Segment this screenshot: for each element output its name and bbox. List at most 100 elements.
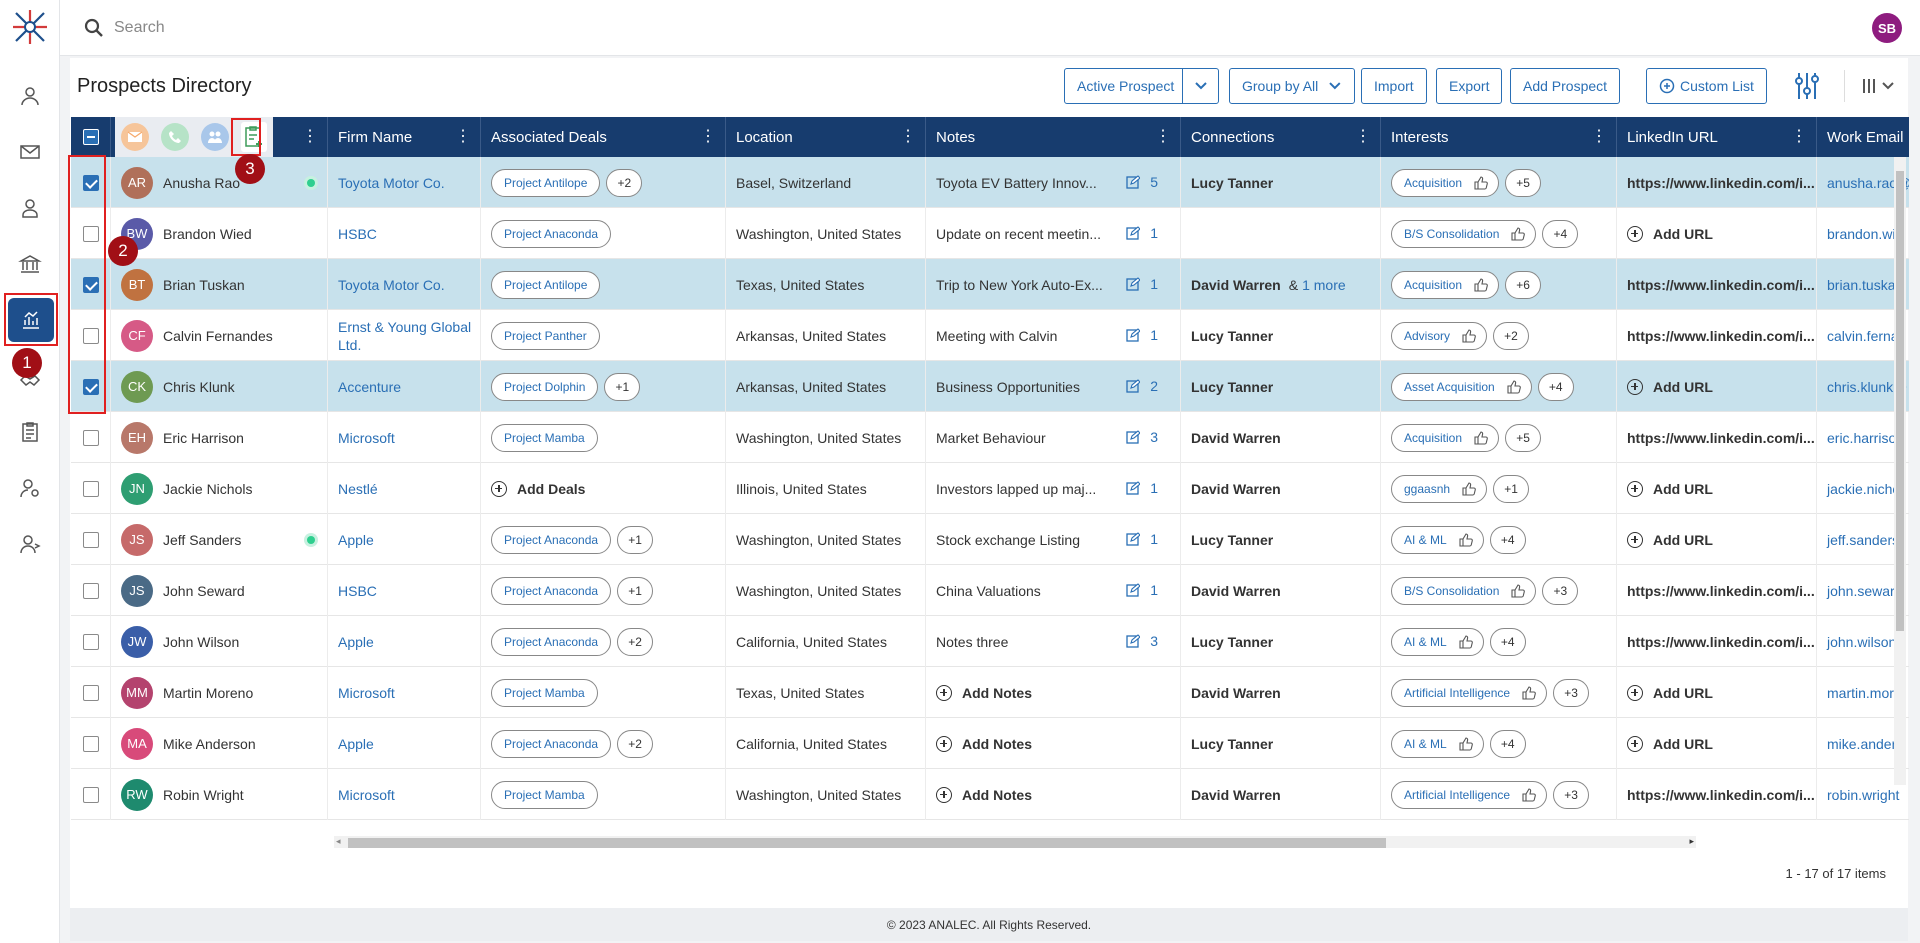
deal-more-badge[interactable]: +1 bbox=[604, 372, 641, 401]
row-checkbox[interactable] bbox=[83, 735, 99, 752]
connection-name[interactable]: Lucy Tanner bbox=[1191, 175, 1273, 191]
note-count[interactable]: 5 bbox=[1150, 174, 1158, 190]
note-count[interactable]: 3 bbox=[1150, 429, 1158, 445]
interest-more-badge[interactable]: +3 bbox=[1553, 678, 1590, 707]
add-notes-icon[interactable] bbox=[936, 684, 952, 701]
interest-more-badge[interactable]: +3 bbox=[1542, 576, 1579, 605]
col-work-email[interactable]: Work Email bbox=[1817, 117, 1909, 157]
col-interests[interactable]: Interests ⋮ bbox=[1381, 117, 1617, 157]
note-count[interactable]: 3 bbox=[1150, 633, 1158, 649]
prospect-name[interactable]: Calvin Fernandes bbox=[163, 328, 273, 344]
connection-name[interactable]: David Warren bbox=[1191, 277, 1281, 293]
add-deals-icon[interactable] bbox=[491, 480, 507, 497]
interest-more-badge[interactable]: +4 bbox=[1537, 372, 1574, 401]
table-row[interactable]: MA Mike Anderson Apple Project Anaconda +2 Ca… bbox=[71, 718, 1909, 769]
thumbs-up-icon[interactable] bbox=[1459, 532, 1473, 547]
interest-pill[interactable]: Artificial Intelligence bbox=[1391, 780, 1548, 809]
search-input[interactable] bbox=[114, 14, 714, 42]
thumbs-up-icon[interactable] bbox=[1511, 583, 1526, 598]
add-url-link[interactable]: Add URL bbox=[1653, 736, 1713, 752]
firm-link[interactable]: Nestlé bbox=[338, 480, 378, 498]
email-action-icon[interactable] bbox=[121, 123, 149, 151]
deal-pill[interactable]: Project Anaconda bbox=[491, 525, 612, 554]
add-url-icon[interactable] bbox=[1627, 225, 1643, 242]
nav-bank-icon[interactable] bbox=[12, 246, 48, 282]
interest-more-badge[interactable]: +4 bbox=[1489, 525, 1526, 554]
deal-pill[interactable]: Project Anaconda bbox=[491, 576, 612, 605]
scroll-right-icon[interactable]: ▸ bbox=[1689, 836, 1694, 847]
work-email-link[interactable]: mike.anders bbox=[1827, 736, 1903, 752]
thumbs-up-icon[interactable] bbox=[1459, 736, 1473, 751]
prospect-name[interactable]: John Wilson bbox=[163, 634, 239, 650]
work-email-link[interactable]: brian.tuskan bbox=[1827, 277, 1903, 293]
prospect-name[interactable]: Chris Klunk bbox=[163, 379, 235, 395]
thumbs-up-icon[interactable] bbox=[1474, 430, 1488, 445]
interest-pill[interactable]: AI & ML bbox=[1391, 627, 1484, 656]
interest-more-badge[interactable]: +4 bbox=[1489, 729, 1526, 758]
col-associated-deals[interactable]: Associated Deals ⋮ bbox=[481, 117, 726, 157]
linkedin-url[interactable]: https://www.linkedin.com/i... bbox=[1627, 634, 1815, 650]
table-row[interactable]: BT Brian Tuskan Toyota Motor Co. Project An… bbox=[71, 259, 1909, 310]
deal-more-badge[interactable]: +2 bbox=[606, 168, 643, 197]
table-row[interactable]: JS Jeff Sanders Apple Project Anaconda +1 Was… bbox=[71, 514, 1909, 565]
row-checkbox[interactable] bbox=[83, 378, 99, 395]
row-checkbox[interactable] bbox=[83, 786, 99, 803]
firm-link[interactable]: Apple bbox=[338, 633, 374, 651]
interest-more-badge[interactable]: +1 bbox=[1493, 474, 1530, 503]
active-prospect-dropdown[interactable]: Active Prospect bbox=[1064, 68, 1219, 104]
firm-link[interactable]: Toyota Motor Co. bbox=[338, 276, 445, 294]
meeting-action-icon[interactable] bbox=[201, 123, 229, 151]
firm-link[interactable]: Toyota Motor Co. bbox=[338, 174, 445, 192]
note-edit-icon[interactable] bbox=[1126, 481, 1140, 495]
firm-link[interactable]: Microsoft bbox=[338, 684, 395, 702]
custom-list-button[interactable]: Custom List bbox=[1646, 68, 1767, 104]
note-count[interactable]: 1 bbox=[1150, 480, 1158, 496]
table-row[interactable]: AR Anusha Rao Toyota Motor Co. Project Anti… bbox=[71, 157, 1909, 208]
prospect-name[interactable]: Robin Wright bbox=[163, 787, 244, 803]
col-location[interactable]: Location ⋮ bbox=[726, 117, 926, 157]
add-notes-icon[interactable] bbox=[936, 735, 952, 752]
work-email-link[interactable]: calvin.ferna bbox=[1827, 328, 1899, 344]
add-notes-link[interactable]: Add Notes bbox=[962, 685, 1032, 701]
interest-more-badge[interactable]: +2 bbox=[1493, 321, 1530, 350]
thumbs-up-icon[interactable] bbox=[1507, 379, 1521, 394]
thumbs-up-icon[interactable] bbox=[1459, 634, 1473, 649]
col-connections[interactable]: Connections ⋮ bbox=[1181, 117, 1381, 157]
interest-more-badge[interactable]: +3 bbox=[1553, 780, 1590, 809]
interest-pill[interactable]: B/S Consolidation bbox=[1391, 576, 1537, 605]
interest-more-badge[interactable]: +6 bbox=[1505, 270, 1542, 299]
interest-pill[interactable]: B/S Consolidation bbox=[1391, 219, 1537, 248]
add-url-link[interactable]: Add URL bbox=[1653, 379, 1713, 395]
import-button[interactable]: Import bbox=[1361, 68, 1427, 104]
firm-link[interactable]: HSBC bbox=[338, 225, 377, 243]
linkedin-url[interactable]: https://www.linkedin.com/i... bbox=[1627, 175, 1815, 191]
row-checkbox[interactable] bbox=[83, 582, 99, 599]
note-text[interactable]: Investors lapped up maj... bbox=[936, 481, 1096, 497]
deal-pill[interactable]: Project Panther bbox=[491, 321, 600, 350]
row-checkbox[interactable] bbox=[83, 327, 99, 344]
table-row[interactable]: CF Calvin Fernandes Ernst & Young Global L… bbox=[71, 310, 1909, 361]
connection-name[interactable]: Lucy Tanner bbox=[1191, 379, 1273, 395]
firm-link[interactable]: Apple bbox=[338, 531, 374, 549]
deal-pill[interactable]: Project Mamba bbox=[491, 423, 598, 452]
table-row[interactable]: EH Eric Harrison Microsoft Project Mamba Was… bbox=[71, 412, 1909, 463]
note-text[interactable]: Update on recent meetin... bbox=[936, 226, 1101, 242]
linkedin-url[interactable]: https://www.linkedin.com/i... bbox=[1627, 583, 1815, 599]
note-count[interactable]: 1 bbox=[1150, 225, 1158, 241]
add-url-link[interactable]: Add URL bbox=[1653, 685, 1713, 701]
interest-more-badge[interactable]: +4 bbox=[1489, 627, 1526, 656]
note-edit-icon[interactable] bbox=[1126, 226, 1140, 240]
connection-name[interactable]: Lucy Tanner bbox=[1191, 328, 1273, 344]
connection-name[interactable]: Lucy Tanner bbox=[1191, 634, 1273, 650]
deal-more-badge[interactable]: +2 bbox=[617, 729, 654, 758]
thumbs-up-icon[interactable] bbox=[1462, 328, 1476, 343]
note-text[interactable]: Trip to New York Auto-Ex... bbox=[936, 277, 1103, 293]
firm-link[interactable]: Accenture bbox=[338, 378, 401, 396]
add-url-link[interactable]: Add URL bbox=[1653, 481, 1713, 497]
connection-name[interactable]: David Warren bbox=[1191, 430, 1281, 446]
prospect-name[interactable]: Martin Moreno bbox=[163, 685, 253, 701]
note-count[interactable]: 1 bbox=[1150, 327, 1158, 343]
interest-pill[interactable]: AI & ML bbox=[1391, 729, 1484, 758]
note-text[interactable]: Stock exchange Listing bbox=[936, 532, 1080, 548]
thumbs-up-icon[interactable] bbox=[1522, 787, 1536, 802]
